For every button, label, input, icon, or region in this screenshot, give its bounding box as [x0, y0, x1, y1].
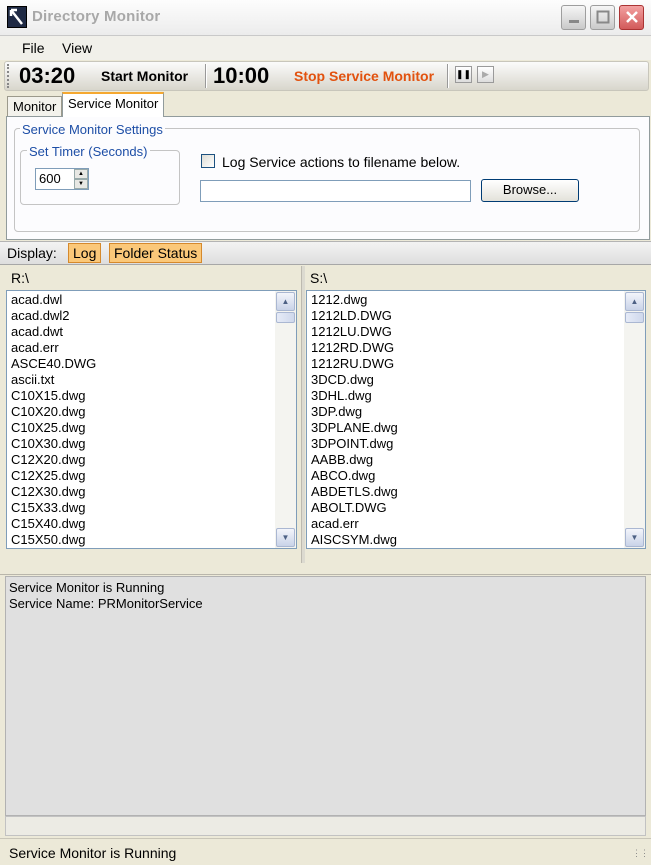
- list-item[interactable]: 1212RU.DWG: [311, 356, 398, 372]
- list-item[interactable]: 3DHL.dwg: [311, 388, 398, 404]
- horizontal-splitter[interactable]: [0, 563, 651, 575]
- log-actions-checkbox[interactable]: [201, 154, 215, 168]
- resize-grip-icon[interactable]: ⋮⋮: [632, 848, 649, 860]
- list-item[interactable]: 1212LU.DWG: [311, 324, 398, 340]
- timer-seconds-value: 600: [39, 171, 61, 186]
- display-log-button[interactable]: Log: [68, 243, 102, 263]
- settings-group-label: Service Monitor Settings: [20, 122, 165, 137]
- list-item[interactable]: AISCSYM.dwg: [311, 532, 398, 548]
- start-monitor-button[interactable]: Start Monitor: [101, 68, 188, 84]
- list-item[interactable]: 1212RD.DWG: [311, 340, 398, 356]
- list-item[interactable]: ABOLT.DWG: [311, 500, 398, 516]
- list-item[interactable]: C10X30.dwg: [11, 436, 96, 452]
- list-item[interactable]: acad.dwl2: [11, 308, 96, 324]
- list-item[interactable]: 3DPOINT.dwg: [311, 436, 398, 452]
- list-item[interactable]: 1212.dwg: [311, 292, 398, 308]
- spin-down-icon: ▼: [78, 181, 84, 187]
- list-item[interactable]: C10X15.dwg: [11, 388, 96, 404]
- log-line: Service Name: PRMonitorService: [9, 596, 203, 611]
- log-filename-input[interactable]: [200, 180, 471, 202]
- list-item[interactable]: C12X25.dwg: [11, 468, 96, 484]
- left-list-scrollbar[interactable]: ▲ ▼: [275, 291, 296, 548]
- right-pane-header: S:\: [310, 270, 328, 286]
- list-item[interactable]: acad.dwt: [11, 324, 96, 340]
- play-button[interactable]: ▶: [477, 66, 494, 83]
- start-timer-display: 03:20: [19, 63, 76, 88]
- tab-monitor[interactable]: Monitor: [7, 96, 63, 116]
- left-file-list[interactable]: acad.dwl acad.dwl2 acad.dwt acad.err ASCE40.…: [6, 290, 297, 549]
- list-item[interactable]: ascii.txt: [11, 372, 96, 388]
- left-pane-header: R:\: [11, 270, 29, 286]
- browse-button[interactable]: Browse...: [481, 179, 579, 202]
- toolbar-grip[interactable]: [7, 64, 10, 88]
- scroll-up-button[interactable]: ▲: [625, 292, 644, 311]
- chevron-up-icon: ▲: [281, 297, 290, 306]
- timer-spin-up-button[interactable]: ▲: [74, 169, 88, 179]
- list-item[interactable]: 3DCD.dwg: [311, 372, 398, 388]
- list-item[interactable]: 1212LD.DWG: [311, 308, 398, 324]
- menu-file[interactable]: File: [22, 40, 45, 56]
- display-label: Display:: [7, 245, 57, 261]
- close-icon: [625, 11, 638, 23]
- log-output-area[interactable]: [5, 576, 646, 816]
- chevron-down-icon: ▼: [630, 533, 639, 542]
- scroll-thumb[interactable]: [625, 312, 644, 323]
- list-item[interactable]: AABB.dwg: [311, 452, 398, 468]
- list-item[interactable]: C10X20.dwg: [11, 404, 96, 420]
- list-item[interactable]: C15X33.dwg: [11, 500, 96, 516]
- timer-spin-down-button[interactable]: ▼: [74, 179, 88, 189]
- scroll-down-button[interactable]: ▼: [276, 528, 295, 547]
- stop-timer-display: 10:00: [213, 63, 270, 88]
- maximize-button[interactable]: [590, 5, 615, 30]
- scroll-up-button[interactable]: ▲: [276, 292, 295, 311]
- menu-view[interactable]: View: [62, 40, 92, 56]
- pause-button[interactable]: ❚❚: [455, 66, 472, 83]
- display-folder-status-button[interactable]: Folder Status: [109, 243, 203, 263]
- right-file-list[interactable]: 1212.dwg 1212LD.DWG 1212LU.DWG 1212RD.DWG 12…: [306, 290, 646, 549]
- list-item[interactable]: ABDETLS.dwg: [311, 484, 398, 500]
- status-text: Service Monitor is Running: [9, 845, 177, 861]
- set-timer-label: Set Timer (Seconds): [27, 144, 150, 159]
- toolbar-separator: [205, 64, 207, 88]
- scroll-thumb[interactable]: [276, 312, 295, 323]
- tab-service-monitor[interactable]: Service Monitor: [62, 92, 165, 117]
- stop-service-monitor-button[interactable]: Stop Service Monitor: [294, 68, 434, 84]
- toolbar-separator: [447, 64, 449, 88]
- spin-up-icon: ▲: [78, 171, 84, 177]
- list-item[interactable]: C12X30.dwg: [11, 484, 96, 500]
- list-item[interactable]: acad.dwl: [11, 292, 96, 308]
- list-item[interactable]: ABCO.dwg: [311, 468, 398, 484]
- list-item[interactable]: 3DP.dwg: [311, 404, 398, 420]
- scroll-down-button[interactable]: ▼: [625, 528, 644, 547]
- list-item[interactable]: ASCE40.DWG: [11, 356, 96, 372]
- list-item[interactable]: acad.err: [311, 516, 398, 532]
- maximize-icon: [596, 10, 609, 24]
- chevron-down-icon: ▼: [281, 533, 290, 542]
- vertical-splitter[interactable]: [301, 266, 305, 563]
- menu-bar: [0, 36, 651, 60]
- window-title: Directory Monitor: [32, 8, 161, 25]
- list-item[interactable]: C15X50.dwg: [11, 532, 96, 548]
- minimize-button[interactable]: [561, 5, 586, 30]
- log-actions-checkbox-label[interactable]: Log Service actions to filename below.: [222, 154, 460, 170]
- chevron-up-icon: ▲: [630, 297, 639, 306]
- play-icon: ▶: [482, 69, 489, 79]
- list-item[interactable]: C12X20.dwg: [11, 452, 96, 468]
- pause-icon: ❚❚: [456, 69, 472, 79]
- list-item[interactable]: C15X40.dwg: [11, 516, 96, 532]
- close-button[interactable]: [619, 5, 644, 30]
- list-item[interactable]: acad.err: [11, 340, 96, 356]
- list-item[interactable]: C10X25.dwg: [11, 420, 96, 436]
- log-line: Service Monitor is Running: [9, 580, 165, 595]
- right-list-scrollbar[interactable]: ▲ ▼: [624, 291, 645, 548]
- minimize-icon: [568, 20, 579, 23]
- log-horizontal-scrollbar[interactable]: [5, 816, 646, 836]
- list-item[interactable]: 3DPLANE.dwg: [311, 420, 398, 436]
- app-icon: [7, 6, 27, 28]
